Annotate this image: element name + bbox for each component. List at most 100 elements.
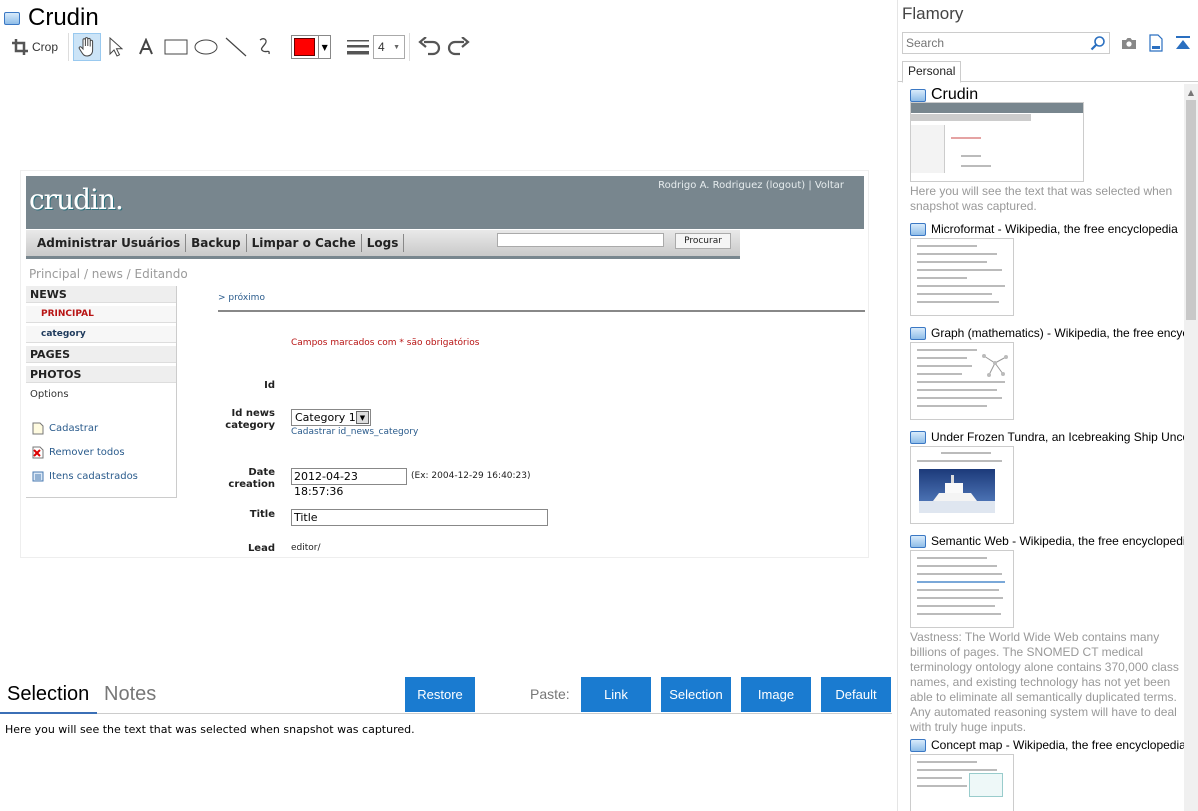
list-item-title[interactable]: Graph (mathematics) - Wikipedia, the fre… (910, 326, 1184, 340)
snapshot-canvas[interactable]: crudin. Rodrigo A. Rodriguez (logout) | … (20, 170, 869, 558)
scroll-up-icon[interactable]: ▲ (1184, 84, 1198, 100)
paste-selection-button[interactable]: Selection (661, 677, 731, 712)
page-icon (910, 430, 926, 444)
rectangle-tool-button[interactable] (161, 33, 191, 61)
page-icon (910, 222, 926, 236)
redo-icon (447, 37, 470, 56)
snapshot-category-value: Category 1 (295, 411, 356, 424)
redo-button[interactable] (444, 33, 474, 61)
crop-button[interactable]: Crop (6, 33, 64, 61)
snapshot-link-label: Itens cadastrados (49, 470, 138, 482)
list-item-title[interactable]: Microformat - Wikipedia, the free encycl… (910, 222, 1178, 236)
paste-link-button[interactable]: Link (581, 677, 651, 712)
list-item-label: Concept map - Wikipedia, the free encycl… (931, 738, 1184, 752)
snapshot-sub-category: category (26, 326, 176, 343)
select-tool-button[interactable] (101, 33, 131, 61)
delete-icon (32, 446, 44, 458)
list-icon (32, 471, 44, 481)
snapshot-options-label: Options (30, 389, 69, 400)
snapshot-category-link: Cadastrar id_news_category (291, 427, 419, 437)
paste-image-button[interactable]: Image (741, 677, 811, 712)
list-item-thumbnail[interactable] (910, 754, 1014, 811)
tab-selection[interactable]: Selection (7, 683, 89, 706)
page-icon (4, 11, 20, 25)
line-style-button[interactable] (343, 33, 373, 61)
line-width-value: 4 (378, 40, 385, 54)
sidebar-scrollbar[interactable]: ▲ (1184, 84, 1198, 811)
snapshot-search-button: Procurar (675, 233, 731, 249)
tab-personal[interactable]: Personal (902, 61, 962, 83)
undo-button[interactable] (414, 33, 444, 61)
graph-diagram-icon (982, 354, 1008, 377)
paste-default-button[interactable]: Default (821, 677, 891, 712)
chevron-down-icon: ▼ (393, 43, 400, 51)
tab-notes[interactable]: Notes (104, 683, 156, 706)
line-width-select[interactable]: 4 ▼ (373, 35, 405, 59)
editor-pane: Crudin Crop ▼ 4 ▼ crudin. Rodrigo A. Rod… (0, 0, 897, 811)
snapshot-section-photos: PHOTOS (26, 366, 176, 383)
list-item-title[interactable]: Under Frozen Tundra, an Icebreaking Ship… (910, 430, 1184, 444)
freehand-tool-button[interactable] (251, 33, 281, 61)
color-picker-button[interactable]: ▼ (291, 35, 331, 59)
snapshot-nav-item: Logs (362, 234, 405, 252)
snapshot-nav-item: Limpar o Cache (247, 234, 362, 252)
active-tab-indicator (0, 712, 97, 714)
document-button[interactable] (1147, 34, 1165, 52)
snapshot-search-box (497, 233, 664, 247)
selection-text-area[interactable]: Here you will see the text that was sele… (5, 723, 415, 736)
list-item-thumbnail[interactable] (910, 342, 1014, 420)
snapshot-required-note: Campos marcados com * são obrigatórios (291, 338, 480, 348)
snapshot-sidebar: NEWS PRINCIPAL category PAGES PHOTOS Opt… (26, 286, 177, 498)
snapshot-breadcrumb: Principal / news / Editando (29, 267, 188, 281)
snapshot-link-label: Cadastrar (49, 422, 99, 434)
snapshot-next-link: > próximo (218, 293, 265, 303)
toolbar-separator (68, 33, 69, 61)
concept-map-figure (969, 773, 1003, 797)
text-icon (139, 38, 153, 55)
snapshot-label-date: Date creation (228, 467, 275, 490)
snapshot-header: crudin. Rodrigo A. Rodriguez (logout) | … (26, 176, 864, 229)
capture-button[interactable] (1120, 34, 1138, 52)
page-icon (910, 88, 926, 102)
snapshot-label-id: Id (264, 380, 275, 391)
crop-label: Crop (31, 40, 58, 54)
line-weight-icon (347, 40, 369, 55)
hand-tool-button[interactable] (73, 33, 101, 61)
text-tool-button[interactable] (131, 33, 161, 61)
snapshot-link-cadastrar: Cadastrar (26, 416, 176, 440)
camera-icon (1122, 38, 1136, 49)
title-row: Crudin (4, 4, 99, 32)
list-item-thumbnail[interactable] (910, 238, 1014, 316)
undo-icon (418, 37, 441, 56)
bottom-tab-bar: Selection Notes Restore Paste: Link Sele… (0, 674, 892, 714)
scroll-to-top-button[interactable] (1174, 34, 1192, 52)
list-item-thumbnail[interactable] (910, 550, 1014, 628)
hand-icon (78, 37, 94, 57)
sidebar-tab-bar: Personal (898, 60, 1198, 83)
scrollbar-thumb[interactable] (1186, 100, 1196, 320)
search-input[interactable] (906, 35, 1086, 51)
list-item-thumbnail[interactable] (910, 102, 1084, 182)
list-item-description: Here you will see the text that was sele… (910, 184, 1173, 213)
snapshot-date-example: (Ex: 2004-12-29 16:40:23) (411, 471, 531, 481)
sidebar-title: Flamory (902, 4, 964, 23)
ellipse-tool-button[interactable] (191, 33, 221, 61)
cursor-arrow-icon (109, 37, 123, 57)
restore-button[interactable]: Restore (405, 677, 475, 712)
chevron-down-icon: ▼ (318, 36, 330, 58)
flamory-sidebar: Flamory Pers (897, 0, 1198, 811)
rectangle-icon (164, 39, 188, 55)
line-tool-button[interactable] (221, 33, 251, 61)
list-item-title[interactable]: Concept map - Wikipedia, the free encycl… (910, 738, 1184, 752)
list-item-title[interactable]: Semantic Web - Wikipedia, the free encyc… (910, 534, 1184, 548)
scroll-to-top-icon (1176, 36, 1190, 49)
snapshot-label-id-news-category: Id news category (225, 408, 275, 431)
snapshot-label-title: Title (249, 509, 275, 520)
drawing-toolbar: Crop ▼ 4 ▼ (6, 33, 474, 61)
list-item-thumbnail[interactable] (910, 446, 1014, 524)
snapshot-link-remover: Remover todos (26, 440, 176, 464)
snapshot-link-label: Remover todos (49, 446, 125, 458)
search-icon[interactable] (1090, 35, 1106, 51)
list-item-label: Graph (mathematics) - Wikipedia, the fre… (931, 326, 1184, 340)
crudin-logo: crudin. (29, 183, 124, 216)
